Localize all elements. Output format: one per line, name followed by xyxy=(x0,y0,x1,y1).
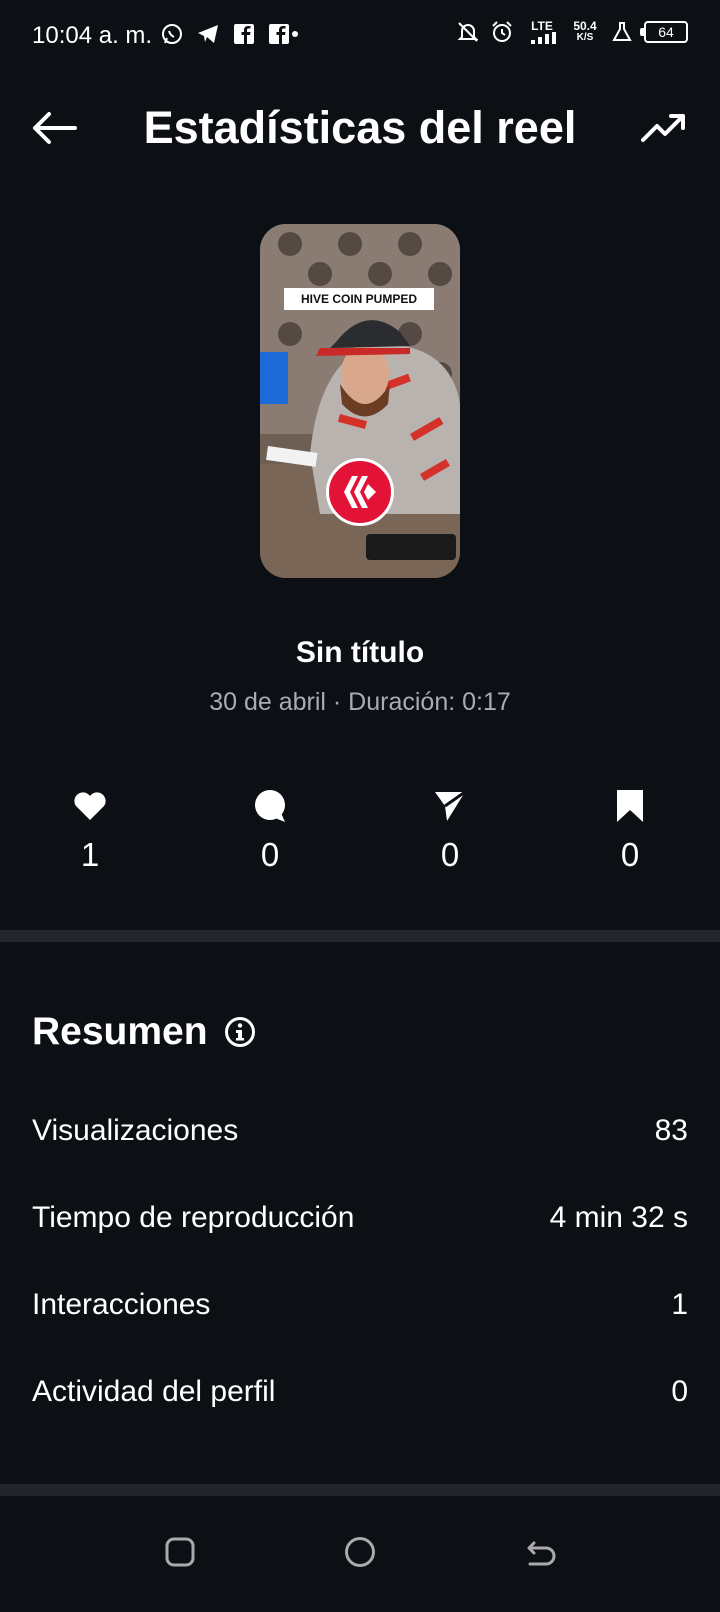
reel-thumbnail[interactable]: HIVE COIN PUMPED xyxy=(260,224,460,578)
facebook-icon xyxy=(268,22,300,46)
summary-value: 0 xyxy=(671,1375,688,1408)
telegram-icon xyxy=(196,22,220,46)
bookmark-icon xyxy=(590,786,670,826)
trending-up-icon xyxy=(641,113,687,148)
summary-value: 83 xyxy=(654,1114,688,1147)
page-title: Estadísticas del reel xyxy=(143,102,577,153)
back-nav-icon xyxy=(524,1537,556,1572)
signal-icon: LTE xyxy=(524,20,560,44)
shares-count: 0 xyxy=(440,836,460,873)
whatsapp-icon xyxy=(160,22,184,46)
reel-title: Sin título xyxy=(295,636,425,669)
summary-heading: Resumen xyxy=(32,1010,208,1053)
back-nav-button[interactable] xyxy=(520,1534,560,1574)
saves-count: 0 xyxy=(620,836,640,873)
status-bar: 10:04 a. m. LTE 50.4 K/S 64 xyxy=(0,0,720,72)
status-time: 10:04 a. m. xyxy=(32,22,153,49)
comment-icon xyxy=(230,786,310,826)
likes-count: 1 xyxy=(80,836,100,873)
facebook-icon xyxy=(232,22,256,46)
summary-value: 4 min 32 s xyxy=(549,1201,688,1234)
summary-value: 1 xyxy=(671,1288,688,1321)
summary-row-profile-activity: Actividad del perfil 0 xyxy=(32,1375,688,1409)
heart-icon xyxy=(50,786,130,826)
comments-stat: 0 xyxy=(230,786,310,874)
summary-label: Interacciones xyxy=(32,1288,211,1321)
system-nav-bar xyxy=(0,1496,720,1612)
summary-label: Tiempo de reproducción xyxy=(32,1201,355,1234)
home-button[interactable] xyxy=(340,1534,380,1574)
summary-row-interactions: Interacciones 1 xyxy=(32,1288,688,1322)
reel-caption-overlay: HIVE COIN PUMPED xyxy=(284,288,434,310)
reel-meta: 30 de abril · Duración: 0:17 xyxy=(209,688,511,716)
summary-label: Visualizaciones xyxy=(32,1114,239,1147)
circle-icon xyxy=(344,1536,376,1573)
comments-count: 0 xyxy=(260,836,280,873)
recents-button[interactable] xyxy=(160,1534,200,1574)
saves-stat: 0 xyxy=(590,786,670,874)
alarm-icon xyxy=(490,20,514,44)
header: Estadísticas del reel xyxy=(0,92,720,166)
info-icon[interactable] xyxy=(224,1016,256,1048)
summary-label: Actividad del perfil xyxy=(32,1375,276,1408)
lab-icon xyxy=(610,20,634,44)
shares-stat: 0 xyxy=(410,786,490,874)
summary-row-views: Visualizaciones 83 xyxy=(32,1114,688,1148)
battery-icon: 64 xyxy=(640,21,688,43)
likes-stat: 1 xyxy=(50,786,130,874)
trends-button[interactable] xyxy=(638,104,690,156)
share-icon xyxy=(410,786,490,826)
bell-off-icon xyxy=(456,20,480,44)
summary-row-watch-time: Tiempo de reproducción 4 min 32 s xyxy=(32,1201,688,1235)
section-divider xyxy=(0,1484,720,1496)
speed-indicator: 50.4 K/S xyxy=(573,19,597,43)
square-icon xyxy=(164,1536,196,1573)
section-divider xyxy=(0,930,720,942)
engagement-stats: 1 0 0 0 xyxy=(0,786,720,886)
hive-logo xyxy=(326,458,394,526)
summary-section: Resumen xyxy=(32,1010,256,1054)
